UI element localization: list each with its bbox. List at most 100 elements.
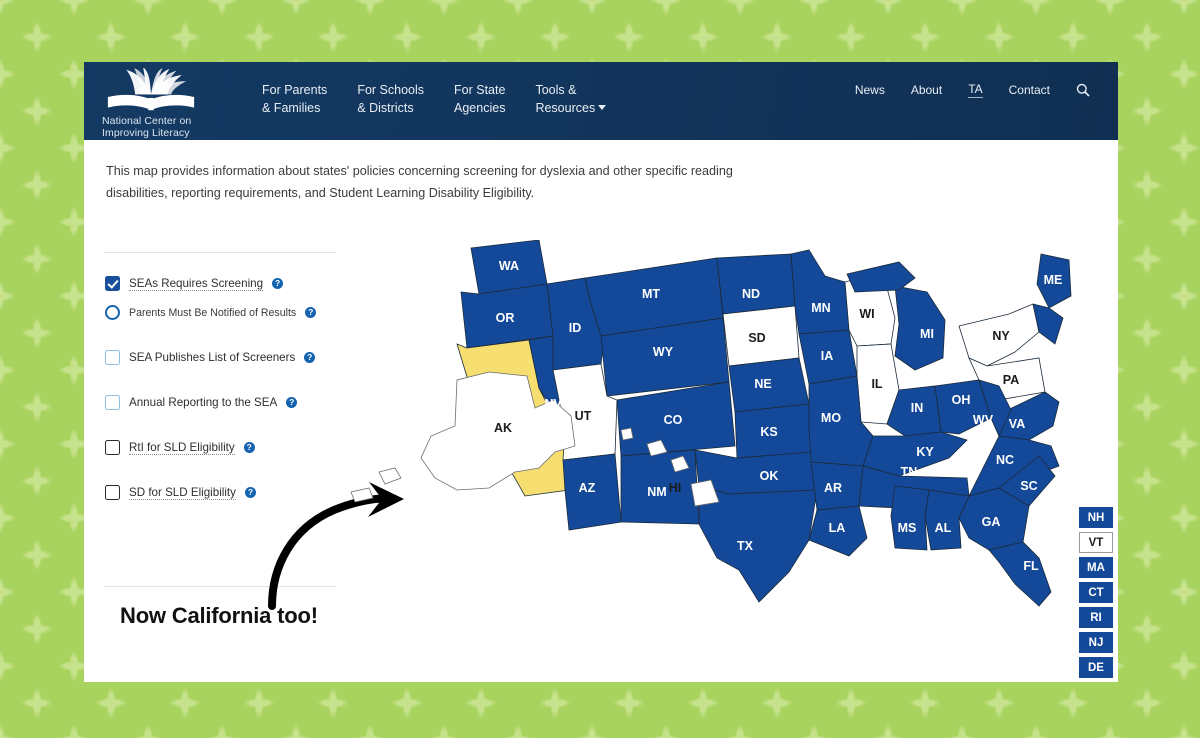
map-label-UT: UT (575, 409, 592, 423)
map-description: This map provides information about stat… (106, 164, 733, 200)
checkbox-rti-sld-eligibility[interactable] (105, 440, 120, 455)
book-rays-logo-icon (107, 68, 195, 111)
state-box-VT[interactable]: VT (1079, 532, 1113, 553)
annotation-text: Now California too! (120, 603, 318, 628)
map-label-MI: MI (920, 327, 934, 341)
help-icon-sea-publishes-screeners[interactable]: ? (304, 352, 316, 363)
map-label-NM: NM (647, 485, 666, 499)
map-label-MO: MO (821, 411, 841, 425)
nav-item-contact[interactable]: Contact (1009, 83, 1050, 97)
legend-label-annual-reporting: Annual Reporting to the SEA (129, 396, 278, 409)
nav-item-tools-resources[interactable]: Tools & Resources (535, 81, 607, 117)
checkbox-sea-publishes-screeners[interactable] (105, 350, 120, 365)
nav-item-state-agencies[interactable]: For State Agencies (454, 81, 505, 117)
map-label-CO: CO (664, 413, 683, 427)
checkbox-seas-requires-screening[interactable] (105, 276, 120, 291)
map-label-FL: FL (1023, 559, 1039, 573)
legend-item-list: SEAs Requires Screening ? Parents Must B… (104, 253, 354, 505)
map-label-PA: PA (1003, 373, 1019, 387)
state-TX (698, 485, 818, 603)
us-policy-map: WA OR ID MT ND MN SD WI MI ME NY NV UT W… (339, 240, 1079, 670)
help-icon-seas-requires-screening[interactable]: ? (272, 278, 284, 289)
map-label-OK: OK (760, 469, 779, 483)
map-label-AK: AK (494, 421, 512, 435)
map-label-WY: WY (653, 345, 674, 359)
map-label-SD: SD (748, 331, 765, 345)
map-label-IN: IN (911, 401, 924, 415)
legend-label-sea-publishes-screeners: SEA Publishes List of Screeners (129, 351, 296, 364)
chevron-down-icon (598, 105, 607, 110)
help-icon-sd-sld-eligibility[interactable]: ? (244, 487, 256, 498)
legend-item-seas-requires-screening[interactable]: SEAs Requires Screening ? (105, 271, 354, 296)
site-header: National Center on Improving Literacy Fo… (84, 62, 1118, 140)
content-card: National Center on Improving Literacy Fo… (84, 62, 1118, 682)
legend-label-parents-notified: Parents Must Be Notified of Results (129, 306, 297, 319)
state-box-MA[interactable]: MA (1079, 557, 1113, 578)
map-label-NY: NY (992, 329, 1010, 343)
help-icon-parents-notified[interactable]: ? (305, 307, 317, 318)
legend-item-rti-sld-eligibility[interactable]: RtI for SLD Eligibility ? (105, 435, 354, 460)
site-logo[interactable]: National Center on Improving Literacy (84, 62, 234, 139)
state-FL (988, 541, 1052, 607)
map-label-TN: TN (901, 465, 918, 479)
map-label-LA: LA (829, 521, 846, 535)
help-icon-annual-reporting[interactable]: ? (286, 397, 298, 408)
state-box-CT[interactable]: CT (1079, 582, 1113, 603)
nav-item-schools[interactable]: For Schools & Districts (357, 81, 424, 117)
map-label-KS: KS (760, 425, 777, 439)
map-label-NC: NC (996, 453, 1014, 467)
state-ND (716, 253, 796, 315)
map-label-HI: HI (669, 481, 682, 495)
checkbox-annual-reporting[interactable] (105, 395, 120, 410)
map-label-ME: ME (1044, 273, 1063, 287)
state-box-RI[interactable]: RI (1079, 607, 1113, 628)
state-box-NJ[interactable]: NJ (1079, 632, 1113, 653)
map-label-MS: MS (898, 521, 917, 535)
map-label-IA: IA (821, 349, 834, 363)
map-label-ID: ID (569, 321, 582, 335)
nav-item-tools-resources-label: Tools & Resources (535, 83, 596, 115)
radio-parents-notified[interactable] (105, 305, 120, 320)
nav-item-parents-label: For Parents & Families (262, 83, 328, 115)
legend-label-sd-sld-eligibility: SD for SLD Eligibility (129, 486, 236, 500)
nav-item-news[interactable]: News (855, 83, 885, 97)
legend-item-sea-publishes-screeners[interactable]: SEA Publishes List of Screeners ? (105, 345, 354, 370)
legend-item-annual-reporting[interactable]: Annual Reporting to the SEA ? (105, 390, 354, 415)
map-label-WV: WV (973, 413, 994, 427)
state-box-DE[interactable]: DE (1079, 657, 1113, 678)
state-box-NH[interactable]: NH (1079, 507, 1113, 528)
state-MS (890, 485, 930, 551)
map-label-GA: GA (982, 515, 1001, 529)
map-label-AL: AL (935, 521, 952, 535)
page-body: This map provides information about stat… (84, 140, 1118, 682)
map-label-MT: MT (642, 287, 660, 301)
small-state-box-column: NH VT MA CT RI NJ DE MD DC PR (1079, 507, 1113, 682)
legend-item-parents-notified[interactable]: Parents Must Be Notified of Results ? (105, 300, 354, 325)
map-label-IL: IL (871, 377, 882, 391)
map-label-OR: OR (496, 311, 515, 325)
state-NE-block (1032, 303, 1064, 345)
map-label-NE: NE (754, 377, 771, 391)
map-label-OH: OH (952, 393, 971, 407)
search-icon[interactable] (1076, 83, 1090, 97)
map-label-WA: WA (499, 259, 519, 273)
nav-item-parents[interactable]: For Parents & Families (262, 81, 327, 117)
state-AK-islands (350, 467, 402, 503)
utility-navigation: News About TA Contact (855, 62, 1118, 98)
map-label-KY: KY (916, 445, 934, 459)
legend-label-seas-requires-screening: SEAs Requires Screening (129, 277, 264, 291)
legend-label-rti-sld-eligibility: RtI for SLD Eligibility (129, 441, 235, 455)
nav-item-schools-label: For Schools & Districts (357, 83, 425, 115)
checkbox-sd-sld-eligibility[interactable] (105, 485, 120, 500)
map-label-AZ: AZ (579, 481, 596, 495)
map-label-TX: TX (737, 539, 754, 553)
logo-text: National Center on Improving Literacy (102, 115, 192, 139)
nav-item-about[interactable]: About (911, 83, 942, 97)
map-label-NV: NV (544, 397, 562, 411)
help-icon-rti-sld-eligibility[interactable]: ? (243, 442, 255, 453)
map-label-VA: VA (1009, 417, 1025, 431)
map-filter-legend: SEAs Requires Screening ? Parents Must B… (104, 252, 354, 509)
map-label-ND: ND (742, 287, 760, 301)
map-label-WI: WI (859, 307, 874, 321)
nav-item-ta[interactable]: TA (968, 82, 983, 98)
